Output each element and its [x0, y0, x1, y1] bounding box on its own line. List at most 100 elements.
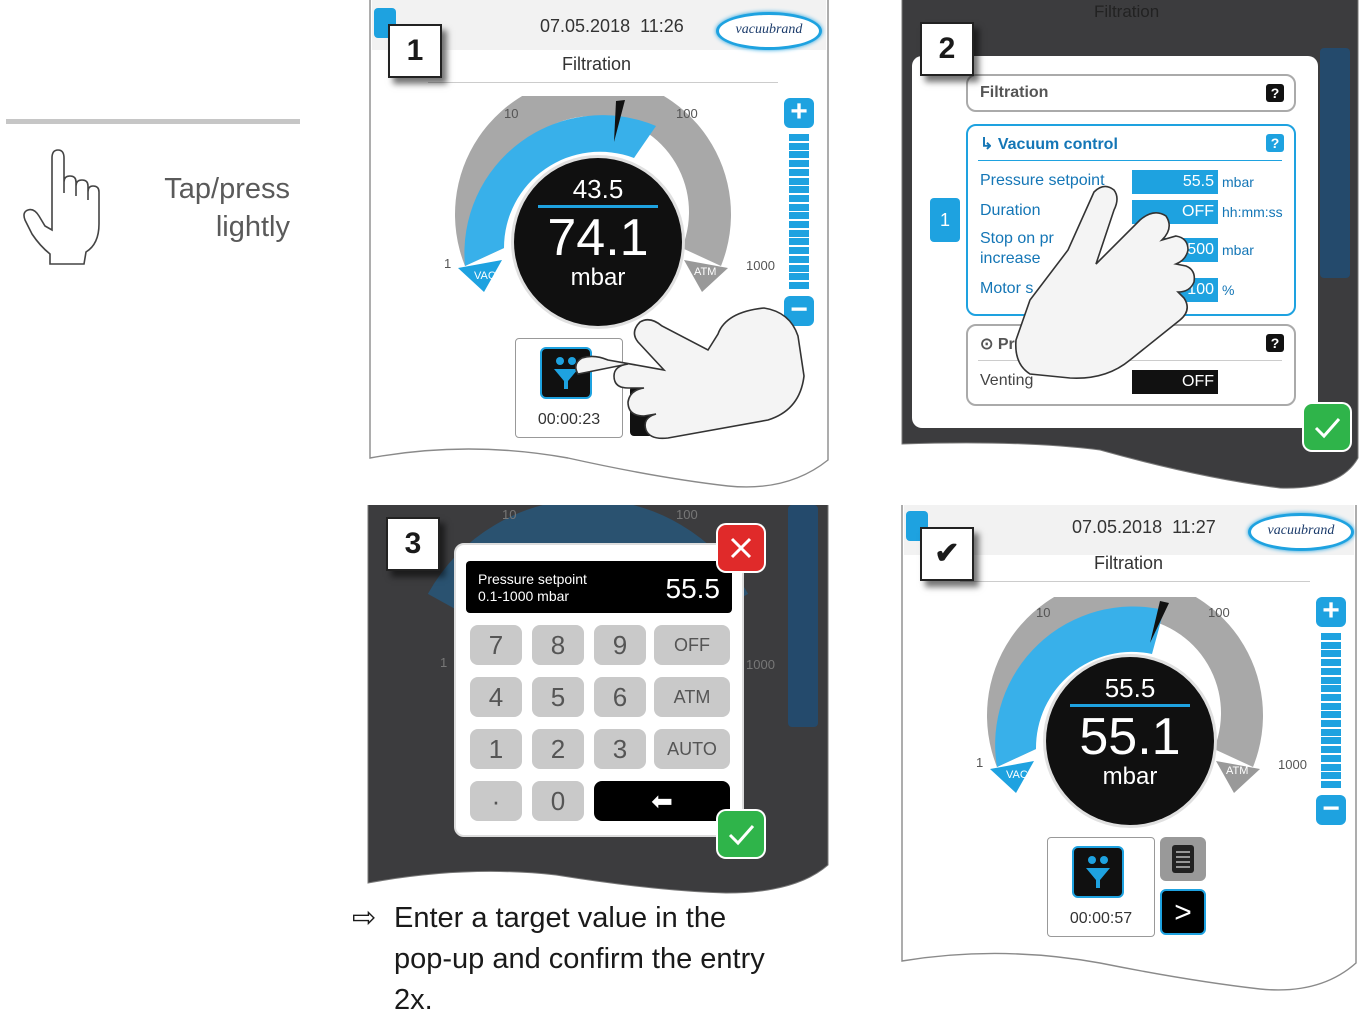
step-number-1: 1: [388, 24, 442, 78]
step3-panel: 10 100 1 1000 Pressure setpoint 0.1-1000…: [366, 505, 836, 895]
readout-separator: [1070, 704, 1190, 707]
atm-label: ATM: [1226, 765, 1249, 777]
instruction-caption: ⇨ Enter a target value in the pop-up and …: [352, 898, 852, 1021]
level-bar-segment: [789, 247, 809, 255]
checkmark-icon: [1314, 418, 1341, 439]
application-tile[interactable]: 00:00:57: [1047, 837, 1155, 937]
entry-display: Pressure setpoint 0.1-1000 mbar 55.5: [466, 561, 732, 613]
key-2[interactable]: 2: [532, 729, 584, 769]
step-done-check: ✔: [920, 527, 974, 581]
motor-speed-unit: %: [1222, 282, 1235, 298]
key-7[interactable]: 7: [470, 625, 522, 665]
key-6[interactable]: 6: [594, 677, 646, 717]
key-off[interactable]: OFF: [654, 625, 730, 665]
caption-line2: pop-up and confirm the entry: [394, 943, 765, 975]
caption-line3: 2x.: [394, 984, 433, 1016]
level-bar-segment: [789, 168, 809, 176]
tick-10: 10: [504, 106, 519, 121]
atm-label: ATM: [694, 266, 717, 278]
level-bar-segment: [789, 177, 809, 185]
help-icon[interactable]: ?: [1266, 84, 1284, 102]
page-indicator[interactable]: 1: [930, 198, 960, 242]
help-icon[interactable]: ?: [1266, 134, 1284, 152]
section-filtration-title: Filtration: [980, 84, 1049, 101]
display-range: 0.1-1000 mbar: [478, 588, 570, 604]
key-atm[interactable]: ATM: [654, 677, 730, 717]
level-bar-segment: [789, 203, 809, 211]
cancel-button[interactable]: [718, 525, 764, 571]
level-bar-segment: [789, 212, 809, 220]
key-5[interactable]: 5: [532, 677, 584, 717]
tick-1: 1: [976, 755, 984, 770]
key-0[interactable]: 0: [532, 781, 584, 821]
key-3[interactable]: 3: [594, 729, 646, 769]
tick-1000: 1000: [746, 258, 775, 273]
backspace-key[interactable]: ⬅: [594, 781, 730, 821]
pressure-setpoint-unit: mbar: [1222, 174, 1254, 190]
level-bar-segment: [1321, 746, 1341, 754]
step2-panel: Filtration Filtration ? ↳ Vacuum control…: [900, 0, 1362, 495]
run-time: 00:00:57: [1069, 910, 1133, 927]
key-9[interactable]: 9: [594, 625, 646, 665]
vac-label: VAC: [474, 270, 496, 282]
legend-text: Tap/press lightly: [120, 170, 290, 246]
key-·[interactable]: ·: [470, 781, 522, 821]
setpoint-value: 55.5: [1104, 673, 1156, 703]
level-bar-segment: [1321, 763, 1341, 771]
tick-100: 100: [1208, 605, 1230, 620]
decrease-button[interactable]: −: [1316, 794, 1346, 825]
pressure-unit: mbar: [1102, 763, 1158, 790]
title-underline: [428, 82, 778, 83]
level-bar-segment: [1321, 772, 1341, 780]
legend-line1: Tap/press: [164, 173, 290, 205]
stop-on-increase-unit: mbar: [1222, 242, 1254, 258]
numpad-dialog: Pressure setpoint 0.1-1000 mbar 55.5 789…: [454, 543, 744, 837]
arrow-down-right-icon: ↳: [980, 136, 998, 153]
key-8[interactable]: 8: [532, 625, 584, 665]
step-number-3: 3: [386, 517, 440, 571]
header-time: 11:26: [640, 16, 684, 36]
level-bar-segment: [1321, 693, 1341, 701]
increase-button[interactable]: +: [1316, 596, 1346, 627]
level-bar-segment: [789, 160, 809, 168]
key-4[interactable]: 4: [470, 677, 522, 717]
pressure-readout: 55.5 55.1 mbar: [1046, 657, 1214, 825]
tap-hand-icon: [23, 149, 100, 265]
level-bar-segment: [1321, 720, 1341, 727]
legend-line2: lightly: [215, 211, 290, 243]
level-bar-segment: [1321, 633, 1341, 640]
increase-button[interactable]: +: [784, 97, 814, 128]
actual-pressure: 55.1: [1079, 708, 1181, 766]
step1-panel: 07.05.2018 11:26 vacuubrand Filtration 1…: [368, 0, 838, 495]
tick-1000: 1000: [1278, 757, 1307, 772]
level-bar-segment: [789, 238, 809, 246]
level-bar-segment: [1321, 685, 1341, 693]
level-bar-segment: [789, 229, 809, 237]
confirm-button[interactable]: [718, 811, 764, 857]
level-bar-segment: [1321, 641, 1341, 649]
section-vacuum-title: ↳ Vacuum control: [980, 136, 1118, 153]
section-underline: [978, 160, 1282, 161]
level-bar-segment: [789, 142, 809, 150]
background-title: Filtration: [1094, 2, 1160, 21]
bg-tick-1: 1: [440, 655, 448, 670]
level-bar-segment: [1321, 711, 1341, 719]
display-value: 55.5: [665, 573, 721, 604]
level-bar-segment: [789, 264, 809, 272]
level-bar-segment: [789, 151, 809, 159]
log-button[interactable]: [1160, 837, 1206, 881]
level-bar-segment: [789, 134, 809, 141]
next-button[interactable]: >: [1160, 889, 1206, 935]
key-1[interactable]: 1: [470, 729, 522, 769]
key-auto[interactable]: AUTO: [654, 729, 730, 769]
title-underline: [960, 581, 1310, 582]
section-filtration[interactable]: Filtration ?: [966, 74, 1296, 112]
record-icon: ⊙: [980, 336, 998, 353]
arrow-right-icon: ⇨: [352, 902, 377, 934]
level-bar-segment: [789, 186, 809, 194]
level-bar-segment: [1321, 737, 1341, 745]
help-icon[interactable]: ?: [1266, 334, 1284, 352]
level-bar-segment: [789, 194, 809, 202]
tick-100: 100: [676, 106, 698, 121]
confirm-button[interactable]: [1304, 404, 1350, 450]
